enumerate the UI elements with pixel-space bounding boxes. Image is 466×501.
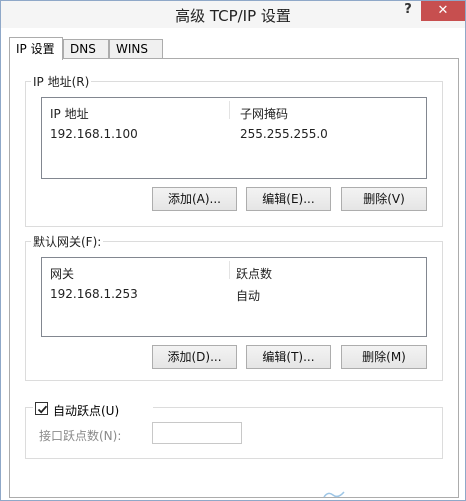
tab-wins[interactable]: WINS — [109, 39, 163, 59]
tab-strip: IP 设置 DNS WINS — [9, 37, 459, 60]
subnet-cell[interactable]: 255.255.255.0 — [240, 127, 328, 141]
ip-cell[interactable]: 192.168.1.100 — [50, 127, 138, 141]
ip-edit-button[interactable]: 编辑(E)... — [246, 187, 331, 211]
gateway-remove-button[interactable]: 删除(M) — [341, 345, 427, 369]
default-gateway-group-label: 默认网关(F): — [31, 233, 104, 250]
ip-column-header[interactable]: IP 地址 — [50, 105, 89, 122]
gateway-edit-button[interactable]: 编辑(T)... — [246, 345, 331, 369]
automatic-metric-option[interactable]: 自动跃点(U) — [33, 400, 153, 418]
ip-remove-button[interactable]: 删除(V) — [341, 187, 427, 211]
column-divider[interactable] — [229, 101, 230, 119]
tab-dns[interactable]: DNS — [63, 39, 109, 59]
close-icon: ✕ — [437, 3, 449, 18]
interface-metric-label: 接口跃点数(N): — [39, 429, 122, 443]
close-button[interactable]: ✕ — [421, 1, 465, 21]
ip-address-list[interactable]: IP 地址 子网掩码 192.168.1.100 255.255.255.0 — [41, 97, 427, 179]
subnet-column-header[interactable]: 子网掩码 — [240, 105, 288, 122]
automatic-metric-label: 自动跃点(U) — [53, 404, 120, 418]
tab-ip-settings[interactable]: IP 设置 — [9, 37, 63, 60]
checkmark-icon — [37, 405, 48, 414]
ip-add-button[interactable]: 添加(A)... — [152, 187, 237, 211]
column-divider[interactable] — [229, 261, 230, 279]
decorative-mark-icon — [323, 491, 345, 498]
ip-address-group-label: IP 地址(R) — [31, 73, 92, 90]
gateway-add-button[interactable]: 添加(D)... — [152, 345, 237, 369]
automatic-metric-checkbox[interactable] — [35, 402, 48, 415]
gateway-column-header[interactable]: 网关 — [50, 265, 74, 282]
interface-metric-input[interactable] — [152, 422, 242, 444]
advanced-tcpip-settings-dialog: 高级 TCP/IP 设置 ? ✕ IP 设置 DNS WINS IP 地址(R)… — [0, 0, 466, 501]
gateway-list[interactable]: 网关 跃点数 192.168.1.253 自动 — [41, 257, 427, 337]
gateway-cell[interactable]: 192.168.1.253 — [50, 287, 138, 301]
help-button[interactable]: ? — [397, 1, 419, 21]
metric-column-header[interactable]: 跃点数 — [236, 265, 272, 282]
metric-cell[interactable]: 自动 — [236, 287, 260, 304]
title-bar: 高级 TCP/IP 设置 ? ✕ — [1, 1, 465, 28]
window-title: 高级 TCP/IP 设置 — [175, 7, 291, 25]
